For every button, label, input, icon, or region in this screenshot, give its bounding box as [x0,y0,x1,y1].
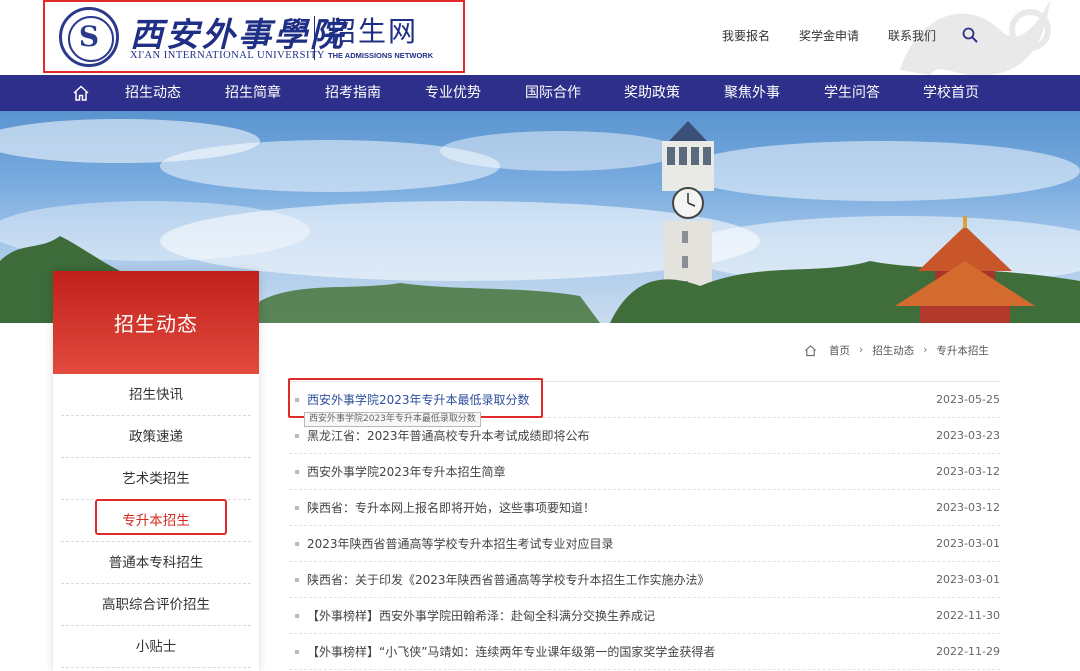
article-title[interactable]: 陕西省：专升本网上报名即将开始，这些事项要知道！ [307,490,595,526]
nav-item-admission-brochure[interactable]: 招生简章 [225,75,281,111]
article-date: 2022-11-29 [936,645,1000,658]
site-header: 西安外事學院 XI'AN INTERNATIONAL UNIVERSITY 招生… [0,0,1080,75]
breadcrumb-home[interactable]: 首页 [829,343,850,358]
nav-item-focus[interactable]: 聚焦外事 [724,75,780,111]
bullet-icon [295,578,299,582]
article-date: 2023-03-12 [936,465,1000,478]
sidebar-item-regular[interactable]: 普通本专科招生 [61,542,251,584]
main-nav: 招生动态 招生简章 招考指南 专业优势 国际合作 奖助政策 聚焦外事 学生问答 … [0,75,1080,111]
nav-item-qa[interactable]: 学生问答 [824,75,880,111]
article-date: 2023-03-01 [936,537,1000,550]
top-link-scholarship[interactable]: 奖学金申请 [799,27,859,44]
sidebar-item-tips[interactable]: 小贴士 [61,626,251,668]
bullet-icon [295,398,299,402]
sidebar-item-art[interactable]: 艺术类招生 [61,458,251,500]
top-links: 我要报名 奖学金申请 联系我们 [722,27,936,44]
list-item[interactable]: 【外事榜样】“小飞侠”马靖如：连续两年专业课年级第一的国家奖学金获得者 2022… [289,634,1000,670]
breadcrumb-separator-icon: › [923,344,928,356]
top-link-apply[interactable]: 我要报名 [722,27,770,44]
breadcrumb-current: 专升本招生 [936,344,989,357]
article-date: 2023-03-12 [936,501,1000,514]
breadcrumb-separator-icon: › [859,344,864,356]
article-title[interactable]: 陕西省：关于印发《2023年陕西省普通高等学校专升本招生工作实施办法》 [307,562,710,598]
bullet-icon [295,614,299,618]
nav-item-financial-aid[interactable]: 奖助政策 [624,75,680,111]
article-date: 2023-03-01 [936,573,1000,586]
article-date: 2023-03-23 [936,429,1000,442]
list-item[interactable]: 陕西省：关于印发《2023年陕西省普通高等学校专升本招生工作实施办法》 2023… [289,562,1000,598]
site-name-en: THE ADMISSIONS NETWORK [328,51,434,60]
article-date: 2023-05-25 [936,393,1000,406]
nav-item-exam-guide[interactable]: 招考指南 [325,75,381,111]
list-item[interactable]: 陕西省：专升本网上报名即将开始，这些事项要知道！ 2023-03-12 [289,490,1000,526]
article-tooltip: 西安外事学院2023年专升本最低录取分数 [304,412,481,427]
bullet-icon [295,650,299,654]
article-title[interactable]: 【外事榜样】西安外事学院田翰希泽：赴匈全科满分交换生养成记 [307,598,655,634]
breadcrumb-section[interactable]: 招生动态 [872,343,914,358]
sidebar: 招生动态 招生快讯 政策速递 艺术类招生 专升本招生 普通本专科招生 高职综合评… [53,271,259,671]
nav-item-school-home[interactable]: 学校首页 [923,75,979,111]
bullet-icon [295,506,299,510]
breadcrumb: 首页 › 招生动态 › 专升本招生 [804,343,989,357]
article-date: 2022-11-30 [936,609,1000,622]
logo-divider [314,16,315,60]
sidebar-menu: 招生快讯 政策速递 艺术类招生 专升本招生 普通本专科招生 高职综合评价招生 小… [53,374,259,668]
sidebar-item-policy[interactable]: 政策速递 [61,416,251,458]
sidebar-item-news-flash[interactable]: 招生快讯 [61,374,251,416]
search-icon[interactable] [962,27,978,43]
nav-item-majors[interactable]: 专业优势 [425,75,481,111]
site-logo[interactable]: 西安外事學院 XI'AN INTERNATIONAL UNIVERSITY 招生… [43,0,465,73]
sidebar-item-upgrade-admission[interactable]: 专升本招生 [61,500,251,542]
bullet-icon [295,434,299,438]
bullet-icon [295,542,299,546]
site-name-cn: 招生网 [328,15,419,48]
article-title[interactable]: 西安外事学院2023年专升本招生简章 [307,454,506,490]
top-link-contact[interactable]: 联系我们 [888,27,936,44]
sidebar-title: 招生动态 [53,271,259,374]
bullet-icon [295,470,299,474]
school-name-en: XI'AN INTERNATIONAL UNIVERSITY [130,50,325,61]
university-seal-icon [59,7,119,67]
nav-item-admission-news[interactable]: 招生动态 [125,75,181,111]
list-item[interactable]: 西安外事学院2023年专升本招生简章 2023-03-12 [289,454,1000,490]
list-item[interactable]: 【外事榜样】西安外事学院田翰希泽：赴匈全科满分交换生养成记 2022-11-30 [289,598,1000,634]
sidebar-item-vocational[interactable]: 高职综合评价招生 [61,584,251,626]
article-title[interactable]: 【外事榜样】“小飞侠”马靖如：连续两年专业课年级第一的国家奖学金获得者 [307,634,715,670]
home-icon[interactable] [804,344,817,357]
nav-item-international[interactable]: 国际合作 [525,75,581,111]
article-title[interactable]: 2023年陕西省普通高等学校专升本招生考试专业对应目录 [307,526,614,562]
list-item[interactable]: 2023年陕西省普通高等学校专升本招生考试专业对应目录 2023-03-01 [289,526,1000,562]
home-icon[interactable] [72,84,90,102]
